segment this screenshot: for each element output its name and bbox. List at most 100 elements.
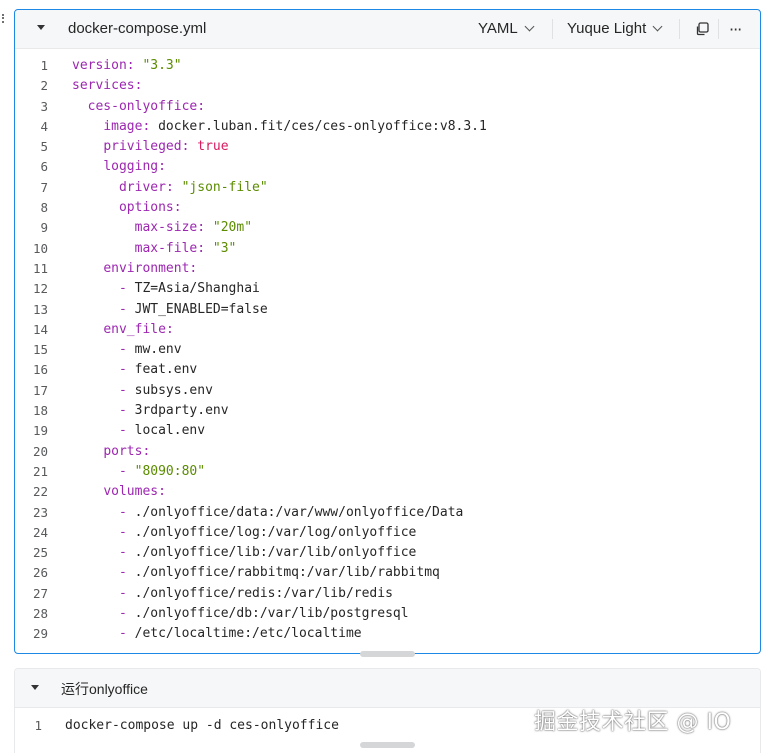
chevron-down-icon — [652, 21, 663, 32]
yaml-value: ./onlyoffice/data:/var/www/onlyoffice/Da… — [134, 504, 464, 520]
code-block-header: 运行onlyoffice — [15, 669, 760, 708]
yaml-key: image — [103, 118, 143, 134]
language-select[interactable]: YAML — [478, 20, 535, 37]
code-text: - ./onlyoffice/rabbitmq:/var/lib/rabbitm… — [72, 563, 440, 583]
yaml-colon: : — [197, 98, 206, 114]
watermark: 掘金技术社区 @ IO — [534, 710, 732, 735]
yaml-dash: - — [118, 281, 127, 297]
code-text: - local.env — [72, 421, 205, 441]
code-block-header: docker-compose.yml YAML Yuque Light ··· — [15, 10, 760, 49]
yaml-key: logging — [103, 159, 159, 175]
yaml-dash: - — [118, 362, 127, 378]
line-number: 14 — [32, 321, 48, 337]
yaml-key: ports — [103, 443, 143, 459]
yaml-colon: : — [126, 58, 135, 73]
yaml-colon: : — [165, 321, 174, 337]
yaml-colon: : — [142, 443, 151, 459]
code-line: 22 volumes: — [15, 482, 760, 502]
yaml-colon: : — [142, 118, 151, 134]
line-number: 1 — [34, 718, 42, 733]
code-editor[interactable]: 1 version: "3.3" 2 services: 3 ces-onlyoffic… — [15, 56, 760, 645]
code-block-filename[interactable]: docker-compose.yml — [68, 20, 206, 37]
yaml-value: ./onlyoffice/db:/var/lib/postgresql — [134, 606, 409, 622]
code-line: 16 - feat.env — [15, 360, 760, 380]
line-number: 2 — [40, 78, 48, 94]
chevron-down-icon — [524, 21, 535, 32]
theme-select-value: Yuque Light — [567, 20, 647, 37]
yaml-dash: - — [118, 545, 127, 561]
horizontal-scrollbar[interactable] — [360, 651, 415, 657]
yaml-colon: : — [158, 159, 166, 175]
yaml-value: /etc/localtime:/etc/localtime — [134, 626, 362, 642]
yaml-dash: - — [118, 565, 127, 581]
line-number: 21 — [32, 463, 48, 479]
yaml-value: TZ=Asia/Shanghai — [134, 281, 260, 297]
line-number: 13 — [32, 301, 48, 317]
code-text: - 3rdparty.env — [72, 401, 229, 421]
line-number: 6 — [40, 159, 48, 175]
yaml-dash: - — [118, 524, 127, 540]
collapse-chevron-icon[interactable] — [37, 25, 45, 30]
code-line: 24 - ./onlyoffice/log:/var/log/onlyoffic… — [15, 523, 760, 543]
copy-icon[interactable] — [695, 22, 709, 36]
yaml-colon: : — [197, 240, 206, 256]
code-line: 3 ces-onlyoffice: — [15, 97, 760, 117]
yaml-key: max-size — [134, 220, 198, 236]
code-line: 5 privileged: true — [15, 137, 760, 157]
more-icon[interactable]: ··· — [729, 20, 742, 39]
code-line: 19 - local.env — [15, 421, 760, 441]
code-line: 27 - ./onlyoffice/redis:/var/lib/redis — [15, 584, 760, 604]
yaml-value: 3rdparty.env — [134, 403, 229, 419]
code-text: ces-onlyoffice: — [72, 97, 205, 117]
code-text: max-file: "3" — [72, 239, 237, 259]
code-text: - ./onlyoffice/redis:/var/lib/redis — [72, 584, 393, 604]
code-line: 18 - 3rdparty.env — [15, 401, 760, 421]
code-text: - ./onlyoffice/data:/var/www/onlyoffice/… — [72, 503, 463, 523]
yaml-value: true — [197, 139, 229, 155]
line-number: 5 — [40, 139, 48, 155]
yaml-value: "8090:80" — [134, 463, 206, 479]
line-number: 16 — [32, 362, 48, 378]
collapse-chevron-icon[interactable] — [31, 685, 39, 690]
yaml-dash: - — [118, 606, 127, 622]
yaml-value: ./onlyoffice/redis:/var/lib/redis — [134, 585, 393, 601]
code-text: options: — [72, 198, 182, 218]
line-number: 4 — [40, 118, 48, 134]
code-line: 6 logging: — [15, 157, 760, 177]
yaml-value: local.env — [134, 423, 206, 439]
code-text: max-size: "20m" — [72, 218, 252, 238]
yaml-value: ./onlyoffice/lib:/var/lib/onlyoffice — [134, 545, 417, 561]
line-number: 1 — [40, 58, 48, 73]
yaml-key: environment — [103, 260, 190, 276]
drag-handle-icon[interactable] — [1, 12, 5, 28]
theme-select[interactable]: Yuque Light — [567, 20, 663, 37]
code-line: 10 max-file: "3" — [15, 239, 760, 259]
code-line: 7 driver: "json-file" — [15, 178, 760, 198]
code-block-docker-compose[interactable]: docker-compose.yml YAML Yuque Light ··· … — [14, 9, 761, 657]
line-number: 19 — [32, 423, 48, 439]
code-line: 25 - ./onlyoffice/lib:/var/lib/onlyoffic… — [15, 543, 760, 563]
code-line: 2 services: — [15, 76, 760, 96]
code-block-title[interactable]: 运行onlyoffice — [61, 679, 148, 699]
divider — [718, 19, 719, 39]
line-number: 12 — [32, 281, 48, 297]
yaml-value: "3" — [212, 240, 237, 256]
yaml-key: driver — [118, 179, 166, 195]
yaml-key: services — [72, 78, 135, 94]
yaml-value: "20m" — [212, 220, 253, 236]
line-number: 24 — [32, 524, 48, 540]
divider — [679, 19, 680, 39]
yaml-key: env_file — [103, 321, 166, 337]
language-select-value: YAML — [478, 20, 518, 37]
code-text: - feat.env — [72, 360, 197, 380]
code-line: 29 - /etc/localtime:/etc/localtime — [15, 624, 760, 644]
divider — [552, 19, 553, 39]
code-text: docker-compose up -d ces-onlyoffice — [65, 718, 339, 733]
code-line: 23 - ./onlyoffice/data:/var/www/onlyoffi… — [15, 503, 760, 523]
line-number: 22 — [32, 484, 48, 500]
horizontal-scrollbar[interactable] — [360, 742, 415, 748]
line-number: 28 — [32, 606, 48, 622]
code-line: 28 - ./onlyoffice/db:/var/lib/postgresql — [15, 604, 760, 624]
code-line: 4 image: docker.luban.fit/ces/ces-onlyof… — [15, 117, 760, 137]
code-text: image: docker.luban.fit/ces/ces-onlyoffi… — [72, 117, 487, 137]
